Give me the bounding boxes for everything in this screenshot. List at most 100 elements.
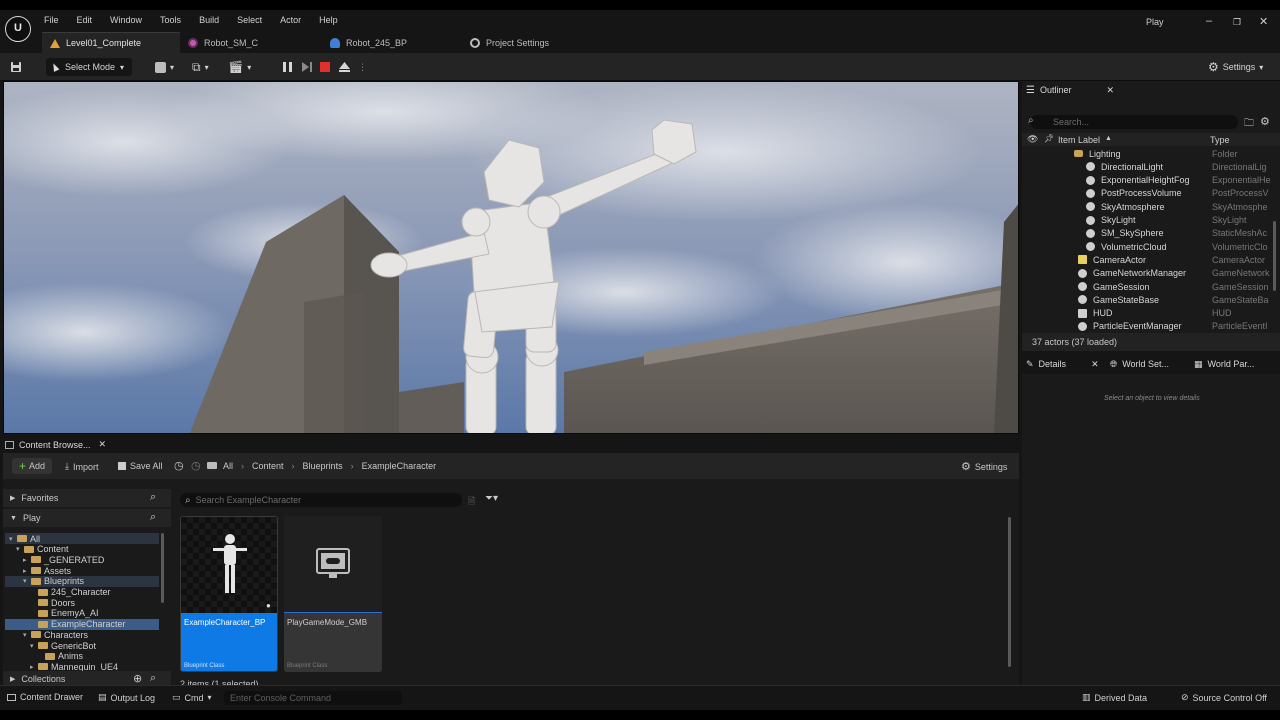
source-control-button[interactable]: ⊘ Source Control Off bbox=[1181, 692, 1267, 703]
derived-data-button[interactable]: ▥ Derived Data bbox=[1082, 692, 1147, 703]
close-tab-icon[interactable]: ✕ bbox=[1091, 359, 1099, 370]
step-frame-icon[interactable] bbox=[299, 59, 314, 75]
chevron-down-icon[interactable]: ▾ bbox=[16, 545, 24, 553]
stop-icon[interactable] bbox=[318, 59, 333, 75]
content-drawer-button[interactable]: Content Drawer bbox=[7, 692, 83, 702]
eject-icon[interactable] bbox=[337, 59, 352, 75]
menu-select[interactable]: Select bbox=[237, 15, 262, 25]
outliner-tab[interactable]: ☰ Outliner ✕ bbox=[1026, 81, 1126, 99]
level-viewport[interactable] bbox=[3, 81, 1019, 434]
tab-robot-245-bp[interactable]: Robot_245_BP bbox=[330, 32, 460, 53]
outliner-row[interactable]: SM_SkySphere StaticMeshAc bbox=[1022, 227, 1272, 240]
blueprint-menu-icon[interactable]: ⧉ ▾ bbox=[192, 58, 209, 76]
asset-tile-playgamemode-gmb[interactable]: PlayGameMode_GMB Blueprint Class bbox=[284, 516, 382, 672]
column-item-label[interactable]: Item Label bbox=[1058, 135, 1100, 145]
outliner-row[interactable]: CameraActor CameraActor bbox=[1022, 253, 1272, 266]
folder-tree-item[interactable]: ▸ Assets bbox=[5, 565, 159, 576]
folder-tree-item[interactable]: 245_Character bbox=[5, 587, 159, 598]
asset-tile-examplecharacter-bp[interactable]: ● ExampleCharacter_BP Blueprint Class bbox=[180, 516, 278, 672]
folder-tree-item[interactable]: ▾ Content bbox=[5, 544, 159, 555]
chevron-down-icon[interactable]: ▾ bbox=[9, 535, 17, 543]
maximize-icon[interactable]: ❐ bbox=[1233, 17, 1241, 28]
play-header[interactable]: ▼ Play ⌕ bbox=[3, 509, 171, 527]
outliner-scrollbar[interactable] bbox=[1273, 221, 1276, 291]
search-icon[interactable]: ⌕ bbox=[150, 672, 156, 685]
visibility-eye-icon[interactable]: 👁︎ bbox=[1027, 134, 1038, 145]
outliner-row[interactable]: GameStateBase GameStateBa bbox=[1022, 293, 1272, 306]
gear-icon[interactable]: ⚙ bbox=[1260, 115, 1270, 128]
save-all-button[interactable]: Save All bbox=[118, 461, 163, 471]
tab-project-settings[interactable]: Project Settings bbox=[470, 32, 600, 53]
breadcrumb-examplecharacter[interactable]: ExampleCharacter bbox=[362, 461, 437, 471]
asset-scrollbar[interactable] bbox=[1008, 517, 1011, 667]
tab-level01-complete[interactable]: Level01_Complete bbox=[42, 32, 180, 53]
search-icon[interactable]: ⌕ bbox=[150, 511, 156, 524]
search-icon[interactable]: ⌕ bbox=[150, 491, 156, 504]
tab-robot-sm-c[interactable]: Robot_SM_C bbox=[188, 32, 318, 53]
menu-build[interactable]: Build bbox=[199, 15, 219, 25]
chevron-right-icon[interactable]: ▸ bbox=[30, 663, 38, 671]
folder-tree-item[interactable]: ▾ GenericBot bbox=[5, 640, 159, 651]
folder-tree-item[interactable]: ▾ Blueprints bbox=[5, 575, 159, 587]
viewport-scene[interactable] bbox=[4, 82, 1019, 434]
pin-icon[interactable]: 📌︎ bbox=[1044, 134, 1054, 143]
select-mode-dropdown[interactable]: Select Mode ▾ bbox=[46, 58, 132, 76]
save-icon[interactable] bbox=[10, 61, 22, 73]
breadcrumb-blueprints[interactable]: Blueprints bbox=[303, 461, 343, 471]
filter-icon[interactable]: ⏷▾ bbox=[485, 493, 498, 504]
cinematics-icon[interactable]: 🎬︎ ▾ bbox=[228, 58, 251, 76]
menu-window[interactable]: Window bbox=[110, 15, 142, 25]
breadcrumb-content[interactable]: Content bbox=[252, 461, 284, 471]
folder-tree-item[interactable]: ▾ Characters bbox=[5, 629, 159, 640]
close-tab-icon[interactable]: ✕ bbox=[1106, 85, 1114, 96]
chevron-down-icon[interactable]: ▾ bbox=[23, 631, 31, 639]
more-options-icon[interactable]: ⋮ bbox=[358, 58, 367, 76]
outliner-row[interactable]: Lighting Folder bbox=[1022, 147, 1272, 160]
minimize-icon[interactable]: – bbox=[1206, 15, 1212, 27]
tab-world-settings[interactable]: 🌐︎ World Set... bbox=[1110, 355, 1169, 373]
chevron-down-icon[interactable]: ▾ bbox=[23, 577, 31, 585]
menu-help[interactable]: Help bbox=[319, 15, 338, 25]
history-forward-icon[interactable]: ◷ bbox=[191, 459, 201, 472]
pause-icon[interactable] bbox=[280, 59, 295, 75]
outliner-row[interactable]: ParticleEventManager ParticleEventI bbox=[1022, 320, 1272, 333]
settings-button[interactable]: ⚙ Settings ▾ bbox=[1208, 58, 1263, 76]
folder-tree-item[interactable]: ▸ _GENERATED bbox=[5, 554, 159, 565]
output-log-button[interactable]: ▤ Output Log bbox=[98, 692, 155, 703]
asset-search-input[interactable]: ⌕ Search ExampleCharacter bbox=[180, 493, 462, 507]
outliner-row[interactable]: PostProcessVolume PostProcessV bbox=[1022, 187, 1272, 200]
favorites-header[interactable]: ▶ Favorites ⌕ bbox=[3, 489, 171, 507]
menu-tools[interactable]: Tools bbox=[160, 15, 181, 25]
import-button[interactable]: ⤓ Import bbox=[65, 461, 99, 472]
outliner-search-input[interactable]: ⌕ Search... bbox=[1028, 115, 1238, 129]
tree-scrollbar[interactable] bbox=[161, 533, 164, 603]
column-type[interactable]: Type bbox=[1210, 135, 1230, 145]
menu-edit[interactable]: Edit bbox=[77, 15, 93, 25]
add-actor-icon[interactable]: ▾ bbox=[155, 58, 174, 76]
folder-tree-item[interactable]: Doors bbox=[5, 597, 159, 608]
folder-tree-item[interactable]: Anims bbox=[5, 651, 159, 662]
folder-tree-item[interactable]: ExampleCharacter bbox=[5, 618, 159, 630]
close-tab-icon[interactable]: ✕ bbox=[99, 439, 107, 450]
close-window-icon[interactable]: ✕ bbox=[1259, 15, 1268, 28]
outliner-row[interactable]: GameSession GameSession bbox=[1022, 280, 1272, 293]
content-settings-button[interactable]: ⚙ Settings bbox=[961, 460, 1007, 473]
outliner-row[interactable]: SkyLight SkyLight bbox=[1022, 214, 1272, 227]
folder-tree-item[interactable]: EnemyA_AI bbox=[5, 608, 159, 619]
breadcrumb-all[interactable]: All bbox=[223, 461, 233, 471]
tab-content-browser[interactable]: Content Browse... ✕ bbox=[5, 436, 106, 453]
add-folder-icon[interactable]: 🗀︎ bbox=[1244, 116, 1254, 133]
save-search-icon[interactable]: 🗎︎ bbox=[468, 494, 475, 510]
chevron-right-icon[interactable]: ▸ bbox=[23, 556, 31, 564]
add-button[interactable]: + Add bbox=[12, 458, 52, 474]
outliner-row[interactable]: SkyAtmosphere SkyAtmosphe bbox=[1022, 200, 1272, 213]
outliner-row[interactable]: DirectionalLight DirectionalLig bbox=[1022, 160, 1272, 173]
console-command-input[interactable]: Enter Console Command bbox=[224, 691, 402, 705]
menu-file[interactable]: File bbox=[44, 15, 59, 25]
outliner-row[interactable]: HUD HUD bbox=[1022, 307, 1272, 320]
outliner-row[interactable]: GameNetworkManager GameNetwork bbox=[1022, 267, 1272, 280]
outliner-row[interactable]: ExponentialHeightFog ExponentialHe bbox=[1022, 174, 1272, 187]
add-collection-icon[interactable]: ⊕ bbox=[133, 672, 142, 685]
folder-tree-item[interactable]: ▾ All bbox=[5, 533, 159, 544]
tab-details[interactable]: ✎ Details ✕ bbox=[1026, 355, 1099, 373]
